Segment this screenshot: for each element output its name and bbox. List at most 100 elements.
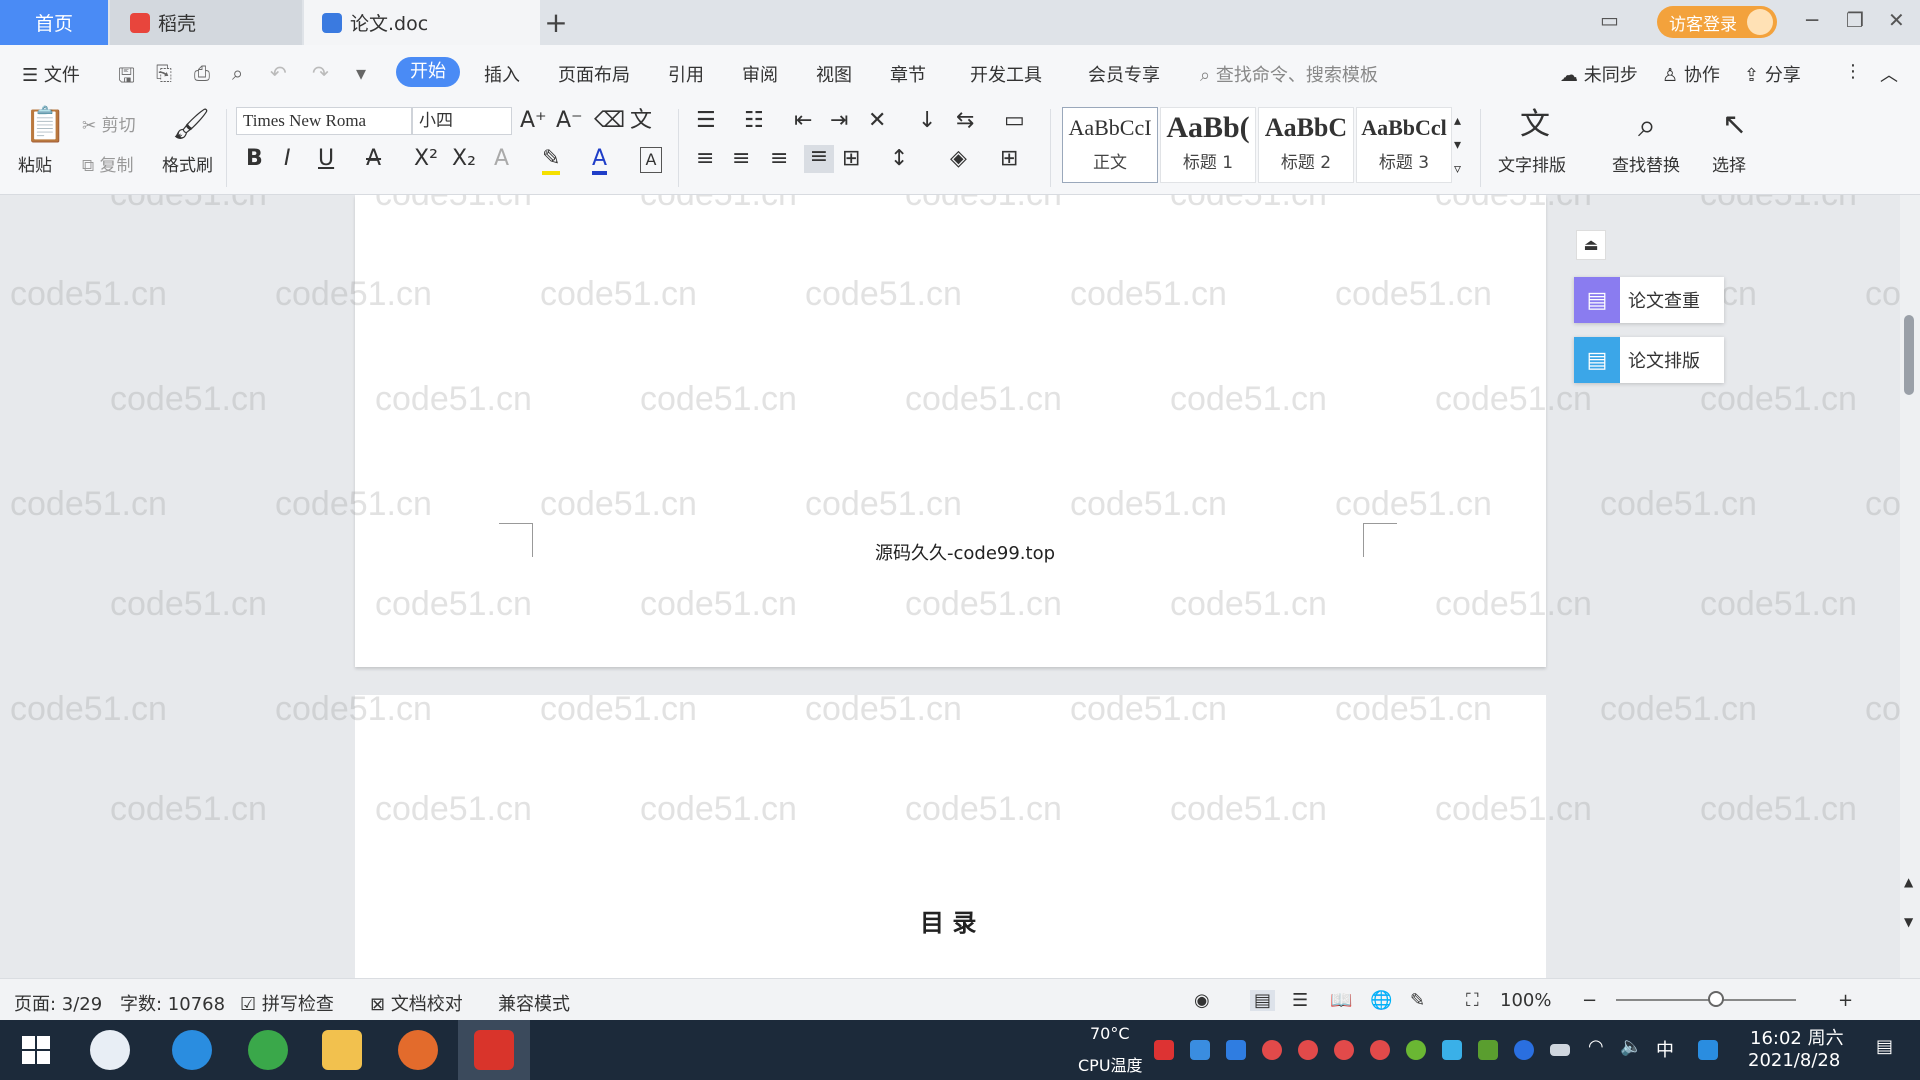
qq-icon[interactable] (1334, 1040, 1354, 1060)
app-mascot-icon[interactable] (398, 1030, 438, 1070)
zoom-slider[interactable] (1616, 999, 1796, 1001)
save-icon[interactable]: 🖫 (118, 61, 135, 95)
shrink-font-icon[interactable]: A⁻ (556, 109, 583, 133)
increase-indent-icon[interactable]: ⇥ (830, 109, 848, 133)
chinese-layout-icon[interactable]: ✕ (868, 109, 886, 133)
distributed-icon[interactable]: ⊞ (842, 147, 860, 171)
align-right-icon[interactable]: ≡ (770, 147, 788, 171)
align-left-icon[interactable]: ≡ (696, 147, 714, 171)
redo-icon[interactable]: ↷ (312, 61, 329, 85)
file-explorer-icon[interactable] (322, 1030, 362, 1070)
quick-access-dropdown-icon[interactable]: ▾ (356, 61, 366, 85)
format-painter-button[interactable]: 格式刷 (162, 151, 213, 176)
char-border-icon[interactable]: A (640, 147, 662, 173)
cpu-temp-widget[interactable]: 70°C CPU温度 (1078, 1024, 1148, 1078)
paste-button[interactable]: 粘贴 (18, 151, 52, 176)
security-shield-icon[interactable] (1226, 1040, 1246, 1060)
battery-icon[interactable] (1550, 1044, 1570, 1056)
clock-time[interactable]: 16:02 周六 (1750, 1024, 1844, 1050)
shading-icon[interactable]: ◈ (950, 147, 967, 171)
superscript-icon[interactable]: X² (414, 147, 438, 171)
close-icon[interactable]: ✕ (1888, 8, 1905, 32)
collapse-panel-icon[interactable]: ⏏ (1576, 230, 1606, 260)
outline-view-icon[interactable]: ☰ (1292, 990, 1308, 1011)
numbered-list-icon[interactable]: ☷ (744, 109, 764, 133)
word-count[interactable]: 字数: 10768 (120, 990, 225, 1016)
tab-review[interactable]: 审阅 (742, 61, 778, 87)
page-indicator[interactable]: 页面: 3/29 (14, 990, 102, 1016)
tab-dev-tools[interactable]: 开发工具 (970, 61, 1042, 87)
web-view-icon[interactable]: 🌐 (1370, 990, 1392, 1011)
prev-page-icon[interactable]: ▲ (1904, 875, 1913, 889)
phonetic-guide-icon[interactable]: 文 (630, 109, 652, 133)
scrollbar-thumb[interactable] (1904, 315, 1914, 395)
decrease-indent-icon[interactable]: ⇤ (794, 109, 812, 133)
eye-protect-icon[interactable]: ◉ (1194, 990, 1210, 1011)
new-tab-button[interactable]: + (544, 6, 568, 39)
format-painter-icon[interactable]: 🖌 (172, 105, 210, 145)
style-heading-2[interactable]: AaBbC 标题 2 (1258, 107, 1354, 183)
tab-document[interactable]: 论文.doc (304, 0, 540, 45)
subscript-icon[interactable]: X₂ (452, 147, 476, 171)
tab-page-layout[interactable]: 页面布局 (558, 61, 630, 87)
clear-format-icon[interactable]: ⌫ (594, 109, 625, 133)
zoom-out-icon[interactable]: − (1582, 990, 1597, 1011)
search-command-input[interactable]: ⌕ 查找命令、搜索模板 (1200, 61, 1378, 87)
strikethrough-icon[interactable]: A (366, 147, 381, 171)
notification-icon[interactable]: ▤ (1876, 1036, 1893, 1057)
nvidia-icon[interactable] (1478, 1040, 1498, 1060)
bullet-list-icon[interactable]: ☰ (696, 109, 716, 133)
qq-input-icon[interactable] (1698, 1040, 1718, 1060)
undo-icon[interactable]: ↶ (270, 61, 287, 85)
tray-icon-blue[interactable] (1190, 1040, 1210, 1060)
read-view-icon[interactable]: 📖 (1330, 990, 1352, 1011)
share-button[interactable]: ⇪ 分享 (1744, 61, 1801, 87)
styles-scroll-icon[interactable]: ▴ ▾ ▿ (1454, 109, 1461, 181)
qq-icon[interactable] (1370, 1040, 1390, 1060)
file-menu[interactable]: ☰ 文件 (22, 61, 80, 87)
tab-insert[interactable]: 插入 (484, 61, 520, 87)
paper-format-button[interactable]: ▤ 论文排版 (1574, 337, 1724, 383)
page-view-icon[interactable]: ▤ (1250, 990, 1276, 1011)
select-button[interactable]: 选择 (1712, 151, 1746, 176)
qq-icon[interactable] (1262, 1040, 1282, 1060)
spell-check-button[interactable]: ☑ 拼写检查 (240, 990, 334, 1016)
text-direction-icon[interactable]: ⇆ (956, 109, 974, 133)
find-replace-button[interactable]: 查找替换 (1612, 151, 1680, 176)
align-center-icon[interactable]: ≡ (732, 147, 750, 171)
clock-date[interactable]: 2021/8/28 (1748, 1050, 1840, 1071)
next-page-icon[interactable]: ▼ (1904, 915, 1913, 929)
tab-chapter[interactable]: 章节 (890, 61, 926, 87)
ime-indicator[interactable]: 中 (1656, 1036, 1674, 1062)
export-icon[interactable]: ⎘ (156, 61, 172, 85)
proofread-button[interactable]: ⊠ 文档校对 (370, 990, 463, 1016)
select-cursor-icon[interactable]: ↖ (1722, 105, 1747, 145)
italic-icon[interactable]: I (284, 147, 291, 171)
zoom-slider-thumb[interactable] (1708, 991, 1724, 1007)
document-page[interactable]: 源码久久-code99.top (355, 195, 1546, 667)
underline-icon[interactable]: U (318, 147, 334, 171)
app-pinwheel-icon[interactable] (90, 1030, 130, 1070)
windows-start-icon[interactable] (22, 1036, 50, 1064)
document-area[interactable]: 源码久久-code99.top 目 录 code51.cn code51.cn co… (0, 195, 1920, 978)
collab-button[interactable]: ♙ 协作 (1662, 61, 1720, 87)
wifi-icon[interactable]: ◠ (1588, 1036, 1604, 1057)
restore-icon[interactable]: ❐ (1846, 8, 1864, 32)
tab-view[interactable]: 视图 (816, 61, 852, 87)
justify-icon[interactable]: ≡ (804, 145, 834, 173)
sidebar-toggle-icon[interactable]: ▭ (1600, 8, 1619, 32)
find-replace-icon[interactable]: ⌕ (1638, 105, 1656, 145)
style-heading-3[interactable]: AaBbCcl 标题 3 (1356, 107, 1452, 183)
style-heading-1[interactable]: AaBb( 标题 1 (1160, 107, 1256, 183)
font-size-select[interactable]: 小四 (412, 107, 512, 135)
tab-member[interactable]: 会员专享 (1088, 61, 1160, 87)
grow-font-icon[interactable]: A⁺ (520, 109, 547, 133)
more-icon[interactable]: ⋮ (1844, 61, 1862, 82)
fit-page-icon[interactable]: ⛶ (1466, 990, 1479, 1011)
paste-icon[interactable]: 📋 (24, 105, 66, 145)
zoom-in-icon[interactable]: + (1838, 990, 1853, 1011)
font-name-select[interactable]: Times New Roma (236, 107, 412, 135)
print-icon[interactable]: ⎙ (194, 61, 210, 85)
write-mode-icon[interactable]: ✎ (1410, 990, 1425, 1011)
browser-360-icon[interactable] (248, 1030, 288, 1070)
